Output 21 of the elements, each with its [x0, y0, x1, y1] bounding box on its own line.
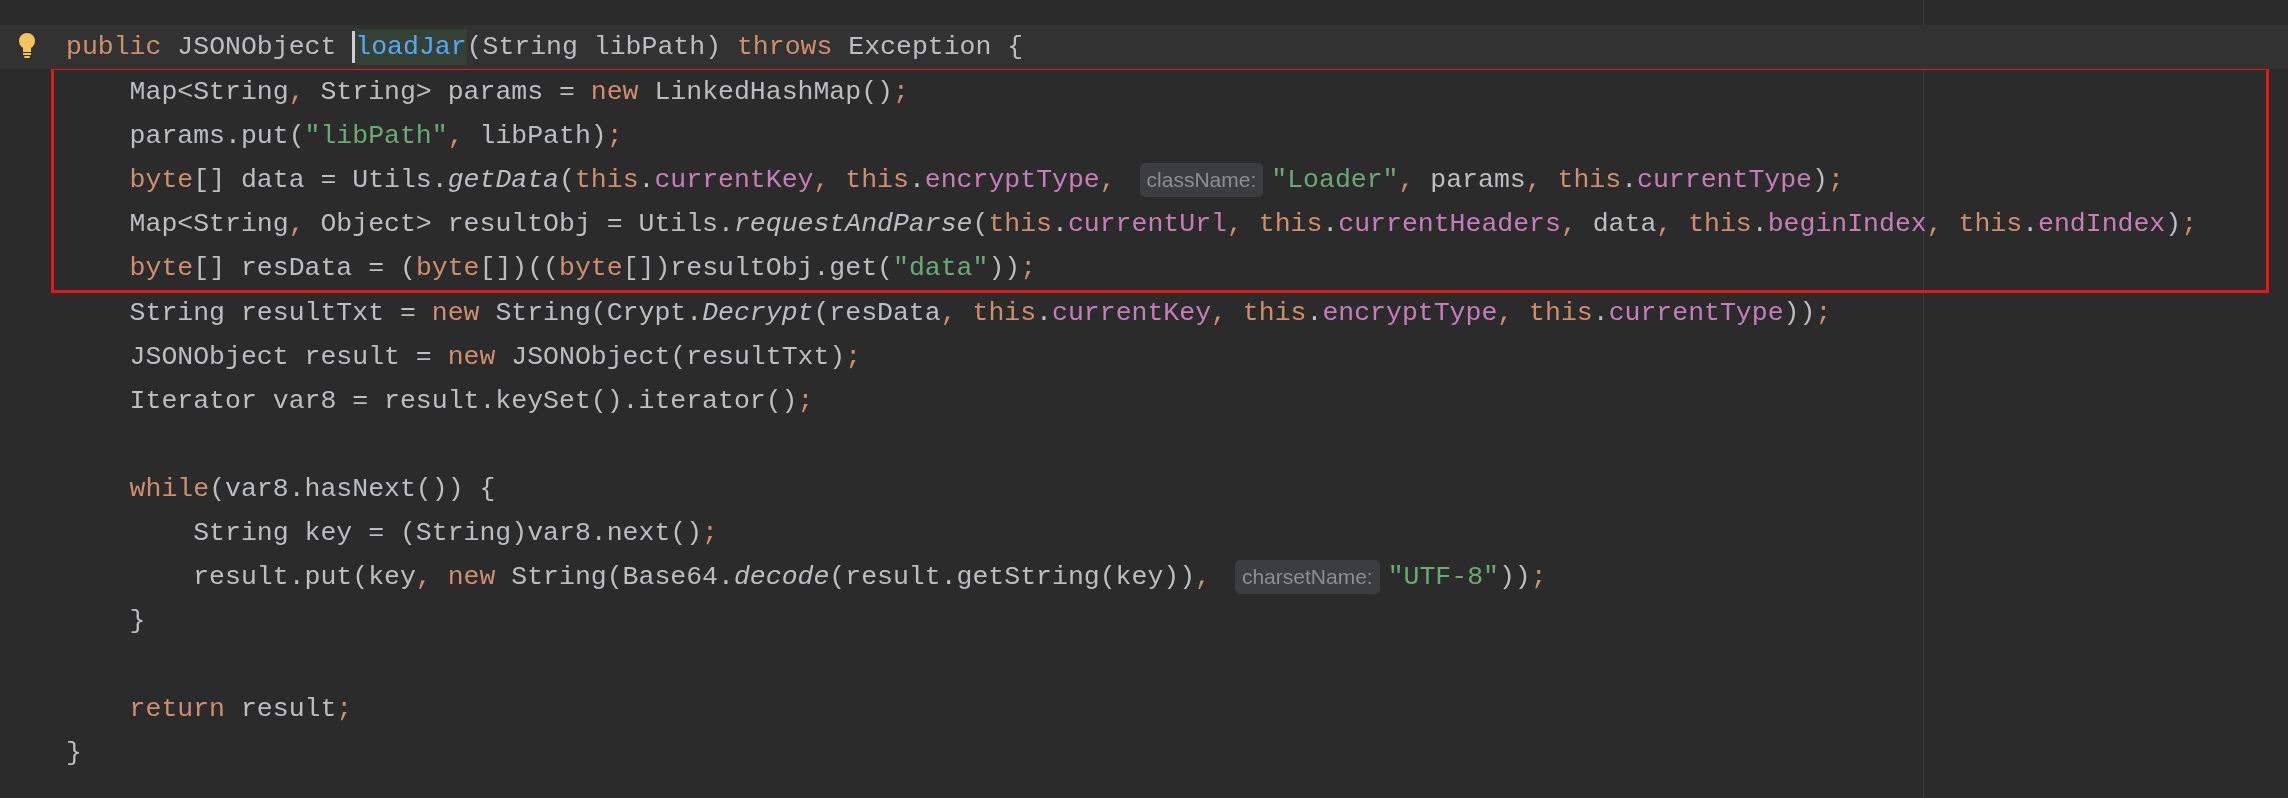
code-text: return result; [128, 693, 353, 726]
code-text: } [128, 605, 146, 638]
code-text: public JSONObject loadJar(String libPath) throws Exception { [66, 29, 1024, 65]
inlay-hint: charsetName: [1234, 560, 1380, 594]
code-text: } [66, 737, 82, 770]
code-text: "Loader", params, this.currentType); [1271, 164, 1844, 197]
code-text: byte[] data = Utils.getData(this.currentKey, this.encryptType, [128, 164, 1117, 197]
code-text: Map<String, String> params = new LinkedHashMap(); [128, 76, 909, 109]
code-text: result.put(key, new String(Base64.decode(result.getString(key)), [192, 561, 1212, 594]
code-text: byte[] resData = (byte[])((byte[])resultObj.get("data")); [128, 252, 1037, 285]
code-text: Iterator var8 = result.keySet().iterator(); [128, 385, 814, 418]
inlay-hint: className: [1139, 163, 1264, 197]
text-cursor [352, 31, 356, 63]
lightbulb-icon[interactable] [17, 32, 37, 60]
code-text: String resultTxt = new String(Crypt.Decrypt(resData, this.currentKey, this.encryptType, this.currentType)); [128, 297, 1832, 330]
code-text: "UTF-8")); [1387, 561, 1547, 594]
code-text: while(var8.hasNext()) { [128, 473, 496, 506]
code-text: String key = (String)var8.next(); [192, 517, 718, 550]
code-text: Map<String, Object> resultObj = Utils.requestAndParse(this.currentUrl, this.currentHeaders, data, this.beginIndex, this.endIndex); [128, 208, 2198, 241]
code-text: JSONObject result = new JSONObject(resultTxt); [128, 341, 862, 374]
code-text: params.put("libPath", libPath); [128, 120, 623, 153]
